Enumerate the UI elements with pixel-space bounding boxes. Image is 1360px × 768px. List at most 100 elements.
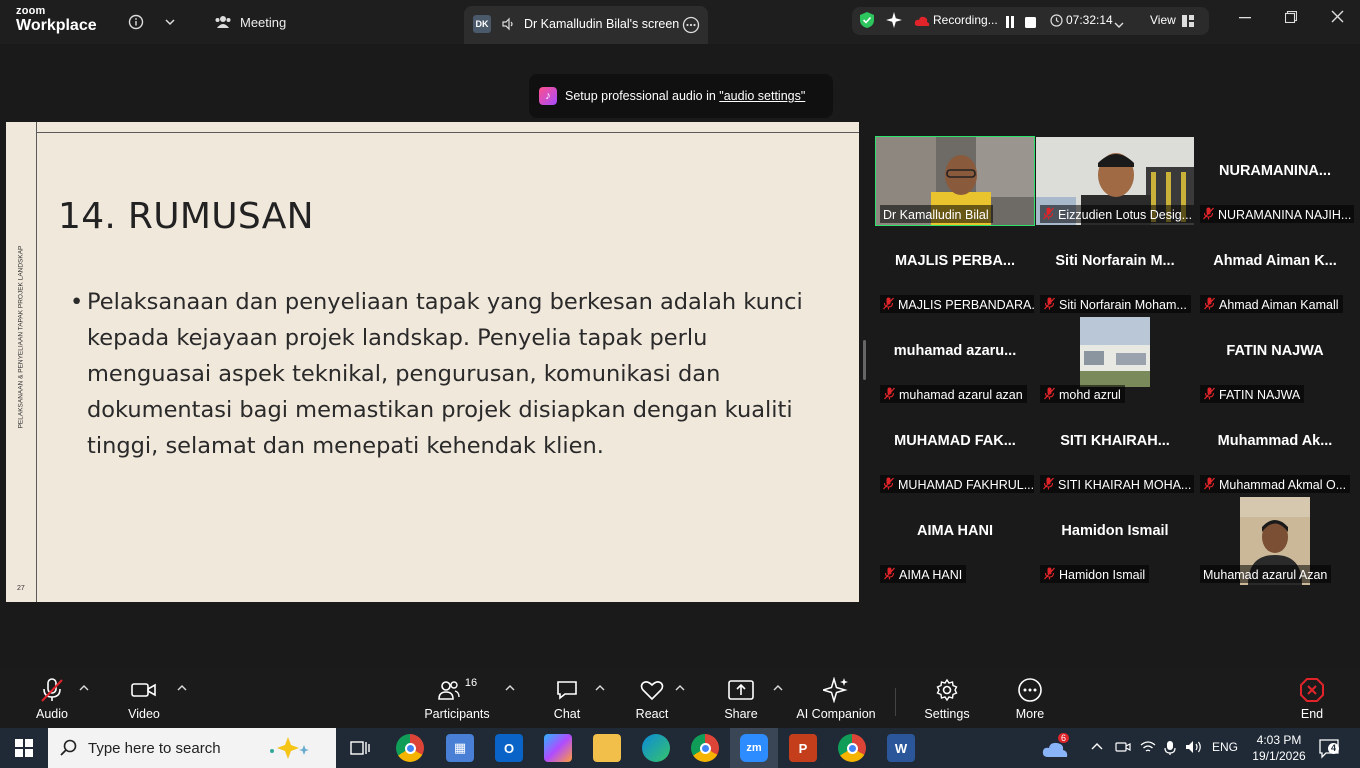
taskbar-search[interactable]: Type here to search [48, 728, 336, 768]
participants-caret-icon[interactable] [505, 684, 515, 695]
zoom-taskbar-active[interactable]: zm [730, 728, 778, 768]
weather-icon[interactable]: 6 [1042, 733, 1070, 764]
participant-tile[interactable]: Muhamad azarul Azan [1196, 497, 1354, 585]
participant-name-label: Eizzudien Lotus Desig... [1040, 205, 1194, 223]
audio-caret-icon[interactable] [79, 684, 89, 695]
participant-display-name: SITI KHAIRAH... [1060, 433, 1170, 449]
shared-screen-title: Dr Kamalludin Bilal's screen [524, 17, 680, 31]
participant-name: MAJLIS PERBANDARA... [898, 298, 1034, 312]
participant-name-label: AIMA HANI [880, 565, 967, 583]
grid-view-icon[interactable] [1182, 14, 1194, 32]
info-icon[interactable] [126, 12, 146, 32]
participant-display-name: Muhammad Ak... [1217, 433, 1333, 449]
file-explorer-icon[interactable] [593, 734, 621, 762]
chat-caret-icon[interactable] [595, 684, 605, 695]
muted-mic-icon [1203, 387, 1215, 403]
encryption-shield-icon[interactable] [859, 11, 875, 34]
edge-icon[interactable] [642, 734, 670, 762]
participants-icon [438, 681, 460, 700]
bullet-dot: • [70, 289, 84, 315]
ai-sparkle-icon[interactable] [885, 11, 903, 34]
ai-companion-button[interactable]: AI Companion [791, 677, 881, 721]
participant-tile[interactable]: Siti Norfarain M... Siti Norfarain Moham.… [1036, 227, 1194, 315]
powerpoint-icon[interactable]: P [789, 734, 817, 762]
windows-start-icon[interactable] [15, 739, 33, 762]
tray-chevron-icon[interactable] [1091, 740, 1103, 754]
more-label: More [1015, 707, 1045, 721]
shared-screen-tab[interactable]: DK Dr Kamalludin Bilal's screen [464, 6, 708, 44]
word-icon[interactable]: W [887, 734, 915, 762]
copilot-icon[interactable] [544, 734, 572, 762]
chrome-second-icon[interactable] [838, 734, 866, 762]
slide-vertical-rule [36, 122, 37, 602]
audio-settings-link[interactable]: "audio settings" [719, 89, 805, 103]
view-button[interactable]: View [1150, 13, 1176, 27]
participant-tile[interactable]: NURAMANINA... NURAMANINA NAJIH... [1196, 137, 1354, 225]
end-meeting-button[interactable]: End [1267, 678, 1357, 721]
outlook-icon[interactable]: O [495, 734, 523, 762]
participant-tile[interactable]: Ahmad Aiman K... Ahmad Aiman Kamall [1196, 227, 1354, 315]
muted-mic-icon [1043, 477, 1054, 493]
minimize-icon[interactable] [1234, 10, 1256, 28]
gear-icon [936, 678, 958, 702]
pause-recording-icon[interactable] [1005, 15, 1015, 33]
wifi-icon[interactable] [1140, 740, 1156, 757]
logo-small-text: zoom [16, 5, 46, 17]
settings-button[interactable]: Settings [902, 678, 992, 721]
more-options-icon[interactable] [682, 16, 700, 39]
windows-taskbar: Type here to search ▦ O zm P W 6 ENG 4:0… [0, 728, 1360, 768]
title-bar: zoom Workplace Meeting DK Dr Kamalludin … [0, 0, 1360, 44]
participant-tile[interactable]: muhamad azaru... muhamad azarul azan [876, 317, 1034, 405]
muted-mic-icon [883, 567, 895, 583]
participant-display-name: FATIN NAJWA [1226, 343, 1324, 359]
video-button[interactable]: Video [99, 678, 189, 721]
meet-now-icon[interactable] [1115, 740, 1131, 757]
participant-name-label: Ahmad Aiman Kamall [1200, 295, 1343, 313]
close-icon[interactable] [1326, 10, 1348, 28]
microphone-tray-icon[interactable] [1164, 740, 1176, 759]
participant-display-name: MUHAMAD FAK... [894, 433, 1016, 449]
participant-tile[interactable]: Dr Kamalludin Bilal [875, 136, 1035, 226]
meeting-controls: Audio Video 16 Participants Chat React S… [0, 668, 1360, 728]
participant-tile[interactable]: mohd azrul [1036, 317, 1194, 405]
participant-name: FATIN NAJWA [1219, 388, 1301, 402]
participant-tile[interactable]: Hamidon Ismail Hamidon Ismail [1036, 497, 1194, 585]
participant-name-label: MAJLIS PERBANDARA... [880, 295, 1034, 313]
participant-name-label: Siti Norfarain Moham... [1040, 295, 1191, 313]
chat-icon [557, 681, 577, 700]
participant-tile[interactable]: Muhammad Ak... Muhammad Akmal O... [1196, 407, 1354, 495]
participant-display-name: Hamidon Ismail [1061, 523, 1169, 539]
react-caret-icon[interactable] [675, 684, 685, 695]
participant-tile[interactable]: MAJLIS PERBA... MAJLIS PERBANDARA... [876, 227, 1034, 315]
language-indicator[interactable]: ENG [1212, 740, 1238, 754]
taskbar-clock[interactable]: 4:03 PM 19/1/2026 [1246, 732, 1312, 764]
panel-resize-handle[interactable] [863, 340, 866, 380]
participant-tile[interactable]: AIMA HANI AIMA HANI [876, 497, 1034, 585]
clock-date: 19/1/2026 [1252, 749, 1306, 763]
video-label: Video [128, 707, 160, 721]
participant-tile[interactable]: MUHAMAD FAK... MUHAMAD FAKHRUL... [876, 407, 1034, 495]
notifications-icon[interactable]: 4 [1318, 737, 1340, 764]
participant-tile[interactable]: SITI KHAIRAH... SITI KHAIRAH MOHA... [1036, 407, 1194, 495]
store-icon[interactable]: ▦ [446, 734, 474, 762]
timer-chevron-icon[interactable] [1114, 16, 1124, 34]
chrome-profile-icon[interactable] [691, 734, 719, 762]
participant-tile[interactable]: FATIN NAJWA FATIN NAJWA [1196, 317, 1354, 405]
task-view-icon[interactable] [346, 734, 374, 762]
participants-button[interactable]: 16 Participants [412, 677, 502, 721]
search-highlight-icon [264, 735, 324, 766]
volume-icon[interactable] [1185, 740, 1203, 757]
muted-mic-icon [41, 678, 63, 702]
more-button[interactable]: More [985, 678, 1075, 721]
share-caret-icon[interactable] [773, 684, 783, 695]
maximize-icon[interactable] [1280, 10, 1302, 28]
meeting-menu[interactable]: Meeting [214, 14, 286, 30]
participant-tile[interactable]: Eizzudien Lotus Desig... [1036, 137, 1194, 225]
chrome-icon[interactable] [396, 734, 424, 762]
video-caret-icon[interactable] [177, 684, 187, 695]
stop-recording-icon[interactable] [1025, 15, 1036, 33]
participant-name-label: Hamidon Ismail [1040, 565, 1150, 583]
chevron-down-icon[interactable] [160, 12, 180, 32]
participant-name-label: Dr Kamalludin Bilal [880, 205, 993, 223]
meeting-timer: 07:32:14 [1066, 13, 1113, 27]
